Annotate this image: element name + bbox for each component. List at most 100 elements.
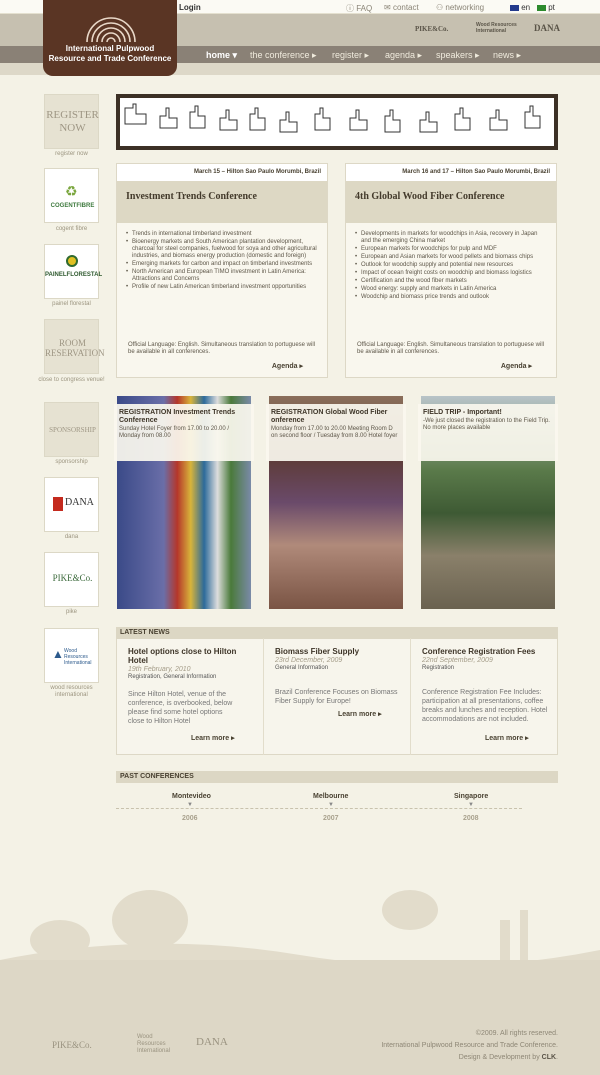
wood-resources-caption[interactable]: wood resources international <box>36 685 107 699</box>
conference-date: March 16 and 17 – Hilton Sao Paulo Morum… <box>346 164 556 181</box>
conference-title[interactable]: Investment Trends Conference <box>117 181 327 223</box>
past-city[interactable]: Melbourne <box>313 793 348 800</box>
mail-icon: ✉ <box>384 3 393 12</box>
news-item: Conference Registration Fees 22nd Septem… <box>422 647 552 742</box>
news-title[interactable]: Biomass Fiber Supply <box>275 647 405 656</box>
footer-org: International Pulpwood Resource and Trad… <box>381 1042 558 1049</box>
question-icon: ⓘ <box>346 4 357 13</box>
news-category: Registration, General Information <box>128 674 217 680</box>
news-date: 19th February, 2010 <box>128 666 191 673</box>
tile-caption: REGISTRATION Investment Trends Conferenc… <box>114 404 254 461</box>
faq-link[interactable]: ⓘ FAQ <box>346 3 372 14</box>
news-text: Brazil Conference Focuses on Biomass Fib… <box>275 689 398 705</box>
news-date: 22nd September, 2009 <box>422 657 493 664</box>
dana-logo[interactable]: DANA <box>44 477 99 532</box>
tile-caption: FIELD TRIP - Important! -We just closed … <box>418 404 558 461</box>
conference-date: March 15 – Hilton Sao Paulo Morumbi, Bra… <box>117 164 327 181</box>
tile-title: REGISTRATION Global Wood Fiber onference <box>271 409 388 424</box>
lang-pt-link[interactable]: pt <box>537 3 555 12</box>
nav-news[interactable]: news ▸ <box>493 50 521 61</box>
news-title[interactable]: Conference Registration Fees <box>422 647 552 656</box>
hands-banner-inner <box>120 98 554 146</box>
people-icon: ⚇ <box>436 3 446 12</box>
painel-florestal-logo[interactable]: PAINELFLORESTAL <box>44 244 102 299</box>
nav-speakers[interactable]: speakers ▸ <box>436 50 480 61</box>
dana-caption[interactable]: dana <box>36 534 107 541</box>
pike-logo[interactable]: PIKE&Co. <box>44 552 99 607</box>
lang-en-link[interactable]: en <box>510 3 530 12</box>
news-category: Registration <box>422 665 455 671</box>
topic-list: Developments in markets for woodchips in… <box>346 223 556 301</box>
timeline-marker: ▼ <box>468 802 474 808</box>
tile-field-trip-photo[interactable]: FIELD TRIP - Important! -We just closed … <box>418 396 558 609</box>
agenda-link[interactable]: Agenda ▸ <box>501 362 532 370</box>
list-item: Woodchip and biomass price trends and ou… <box>355 294 548 301</box>
painel-florestal-caption[interactable]: painel florestal <box>36 301 107 308</box>
news-text: Since Hilton Hotel, venue of the confere… <box>128 691 233 725</box>
wood-resources-logo[interactable]: ▲ Wood Resources International <box>44 628 99 683</box>
conference-box-investment: March 15 – Hilton Sao Paulo Morumbi, Bra… <box>116 163 328 378</box>
learn-more-link[interactable]: Learn more ▸ <box>191 734 235 742</box>
news-heading-bar: LATEST NEWS <box>116 627 558 639</box>
conference-box-wood-fiber: March 16 and 17 – Hilton Sao Paulo Morum… <box>345 163 557 378</box>
news-heading: LATEST NEWS <box>120 629 170 636</box>
nav-home[interactable]: home ▾ <box>206 50 237 61</box>
list-item: Certification and the wood fiber markets <box>355 278 548 285</box>
timeline-marker: ▼ <box>328 802 334 808</box>
tile-flags-photo[interactable]: REGISTRATION Investment Trends Conferenc… <box>114 396 254 609</box>
footer-wri-logo[interactable]: Wood Resources International <box>137 1034 181 1055</box>
uk-flag-icon <box>510 4 519 11</box>
footer-pike-logo[interactable]: PIKE&Co. <box>52 1040 92 1050</box>
timeline <box>116 808 522 809</box>
tree-circle-icon <box>66 255 78 267</box>
list-item: Developments in markets for woodchips in… <box>355 231 548 245</box>
tile-audience-photo[interactable]: REGISTRATION Global Wood Fiber onference… <box>266 396 406 609</box>
language-note: Official Language: English. Simultaneous… <box>128 342 316 355</box>
nav-agenda[interactable]: agenda ▸ <box>385 50 422 61</box>
register-now-button[interactable]: REGISTER NOW <box>44 94 99 149</box>
learn-more-link[interactable]: Learn more ▸ <box>485 734 529 742</box>
sponsorship-button[interactable]: SPONSORSHIP <box>44 402 99 457</box>
networking-link[interactable]: ⚇ networking <box>436 3 484 12</box>
list-item: North American and European TIMO investm… <box>126 269 319 283</box>
wri-tree-icon: ▲ <box>52 647 64 661</box>
past-city[interactable]: Singapore <box>454 793 488 800</box>
timeline-marker: ▼ <box>187 802 193 808</box>
dana-top-logo[interactable]: DANA <box>534 23 560 33</box>
wri-top-logo[interactable]: Wood Resources International <box>476 22 524 34</box>
list-item: Profile of new Latin American timberland… <box>126 284 319 291</box>
hands-banner[interactable] <box>116 94 558 150</box>
past-year: 2007 <box>323 815 339 822</box>
nav-the-conference[interactable]: the conference ▸ <box>250 50 317 61</box>
footer-dana-logo[interactable]: DANA <box>196 1036 228 1048</box>
past-year: 2006 <box>182 815 198 822</box>
room-reservation-caption[interactable]: close to congress venue! <box>36 377 107 384</box>
tile-subtitle: Sunday Hotel Foyer from 17.00 to 20.00 /… <box>119 426 230 439</box>
cogent-fibre-logo[interactable]: ♻ COGENTFIBRE <box>44 168 99 223</box>
past-city[interactable]: Montevideo <box>172 793 211 800</box>
footer-credits: Design & Development by CLK. <box>458 1054 558 1061</box>
news-title[interactable]: Hotel options close to Hilton Hotel <box>128 647 258 665</box>
logo-title: International Pulpwood Resource and Trad… <box>48 44 172 63</box>
pike-top-logo[interactable]: PIKE&Co. <box>415 25 448 33</box>
dana-mark-icon <box>53 497 63 511</box>
clk-link[interactable]: CLK <box>542 1054 556 1061</box>
pike-caption[interactable]: pike <box>36 609 107 616</box>
sponsorship-caption[interactable]: sponsorship <box>36 459 107 466</box>
contact-link[interactable]: ✉ contact <box>384 3 419 12</box>
cogent-fibre-caption[interactable]: cogent fibre <box>36 226 107 233</box>
learn-more-link[interactable]: Learn more ▸ <box>338 710 382 718</box>
list-item: European markets for woodchips for pulp … <box>355 246 548 253</box>
room-reservation-button[interactable]: ROOM RESERVATION <box>44 319 105 374</box>
agenda-link[interactable]: Agenda ▸ <box>272 362 303 370</box>
recycle-icon: ♻ <box>65 183 78 199</box>
list-item: Impact of ocean freight costs on woodchi… <box>355 270 548 277</box>
conference-title[interactable]: 4th Global Wood Fiber Conference <box>346 181 556 223</box>
news-category: General Information <box>275 665 329 671</box>
login-link[interactable]: Login <box>179 3 201 12</box>
site-logo[interactable]: International Pulpwood Resource and Trad… <box>43 0 177 76</box>
register-now-caption[interactable]: register now <box>36 151 107 158</box>
news-date: 23rd December, 2009 <box>275 657 343 664</box>
copyright: ©2009. All rights reserved. <box>475 1030 558 1037</box>
nav-register[interactable]: register ▸ <box>332 50 369 61</box>
